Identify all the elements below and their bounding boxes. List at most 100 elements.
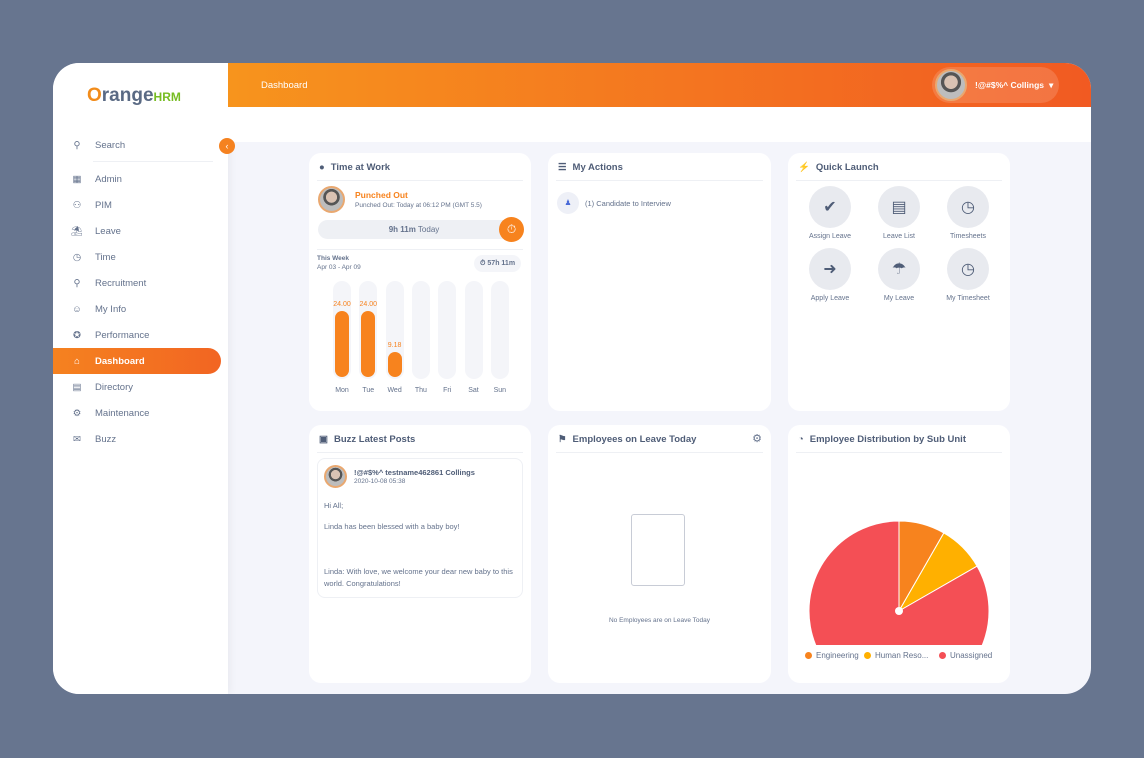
action-item[interactable]: ♟ (1) Candidate to Interview: [557, 192, 671, 214]
quick-launch-label: Apply Leave: [810, 295, 850, 302]
orangehrm-logo[interactable]: OrangeHRM: [87, 85, 181, 107]
post-line: Linda: With love, we welcome your dear n…: [324, 567, 513, 588]
quick-launch-label: Leave List: [883, 233, 915, 240]
day-label: Sun: [493, 387, 507, 394]
sidebar-item-my-info[interactable]: ☺ My Info: [53, 296, 221, 322]
top-bar: Dashboard !@#$%^ Collings ▾: [228, 63, 1091, 107]
leave-list-icon: ▤: [878, 186, 920, 228]
sidebar-item-label: Buzz: [95, 433, 117, 445]
avatar: [935, 69, 967, 101]
bar-wed: [387, 351, 402, 377]
divider: [93, 161, 213, 162]
week-label: This Week: [317, 255, 350, 262]
post-author: !@#$%^ testname462861 Collings: [354, 468, 475, 477]
legend-label: Human Reso...: [875, 651, 929, 660]
legend-swatch: [939, 652, 946, 659]
sidebar-item-buzz[interactable]: ✉ Buzz: [53, 426, 221, 452]
quick-launch-leave-list[interactable]: ▤ Leave List: [869, 186, 929, 240]
quick-launch-label: Timesheets: [950, 233, 986, 240]
pie-center-dot: [895, 607, 903, 615]
sidebar-item-admin[interactable]: ▦ Admin: [53, 166, 221, 192]
candidate-icon: ♟: [557, 192, 579, 214]
timesheets-icon: ◷: [947, 186, 989, 228]
clock-icon: ●: [319, 162, 325, 173]
leave-icon: ⛱: [70, 225, 84, 237]
bar-value-label: 9.18: [387, 341, 402, 349]
caret-down-icon: ▾: [1048, 79, 1054, 90]
sidebar-item-directory[interactable]: ▤ Directory: [53, 374, 221, 400]
clipboard-illustration: [631, 514, 685, 586]
sidebar-item-maintenance[interactable]: ⚙ Maintenance: [53, 400, 221, 426]
legend-item[interactable]: Engineering: [805, 651, 859, 660]
apply-leave-icon: ➜: [809, 248, 851, 290]
sub-unit-distribution-card: ◔Employee Distribution by Sub Unit 83.3%…: [788, 425, 1010, 683]
bar-tue: [361, 311, 376, 377]
today-hours: 9h 11m: [388, 225, 416, 234]
buzz-icon: ✉: [73, 433, 81, 445]
assign-leave-icon: ✔: [809, 186, 851, 228]
gear-icon[interactable]: ⚙: [752, 432, 762, 445]
collapse-sidebar-button[interactable]: ‹: [219, 138, 235, 154]
home-icon: ⌂: [74, 355, 80, 367]
legend-swatch: [864, 652, 871, 659]
sidebar-item-label: Dashboard: [95, 355, 145, 367]
bar-mon: [335, 311, 349, 377]
legend-item[interactable]: Unassigned: [939, 651, 992, 660]
pie-slice-unassigned[interactable]: [808, 520, 990, 645]
employees-on-leave-card: ⚑ Employees on Leave Today ⚙ No Employees…: [548, 425, 771, 683]
my-info-icon: ☺: [72, 303, 82, 315]
punch-status: Punched Out: [355, 190, 408, 200]
quick-launch-label: My Timesheet: [946, 295, 990, 302]
avatar: [318, 186, 345, 213]
quick-launch-apply-leave[interactable]: ➜ Apply Leave: [800, 248, 860, 302]
avatar: [324, 465, 347, 488]
bar-value-label: 24.00: [359, 301, 378, 308]
quick-launch-timesheets[interactable]: ◷ Timesheets: [938, 186, 998, 240]
sidebar-item-dashboard[interactable]: ⌂ Dashboard: [53, 348, 221, 374]
buzz-post[interactable]: !@#$%^ testname462861 Collings 2020-10-0…: [317, 458, 523, 598]
sub-header: [228, 107, 1091, 142]
bar-track: [464, 281, 483, 379]
admin-icon: ▦: [72, 173, 82, 185]
post-line: Hi All;: [324, 501, 344, 510]
quick-launch-assign-leave[interactable]: ✔ Assign Leave: [800, 186, 860, 240]
quick-launch-my-timesheet[interactable]: ◷ My Timesheet: [938, 248, 998, 302]
sidebar-item-label: Admin: [95, 173, 122, 185]
week-range: Apr 03 - Apr 09: [317, 264, 361, 271]
sidebar-search[interactable]: ⚲ Search: [53, 132, 221, 158]
bar-track: [490, 281, 509, 379]
maintenance-icon: ⚙: [72, 407, 82, 419]
pim-icon: ⚇: [72, 199, 82, 211]
sidebar-item-pim[interactable]: ⚇ PIM: [53, 192, 221, 218]
quick-launch-my-leave[interactable]: ☂ My Leave: [869, 248, 929, 302]
quick-launch-label: Assign Leave: [808, 233, 852, 240]
today-label: Today: [417, 225, 440, 234]
post-date: 2020-10-08 05:38: [354, 478, 406, 485]
sidebar-item-label: Time: [95, 251, 116, 263]
sidebar-item-label: Maintenance: [95, 407, 150, 419]
app-window: OrangeHRM ⚲ Search ▦ Admin ⚇ PIM ⛱ Leave ◷ Time ⚲…: [53, 63, 1091, 694]
sidebar-item-time[interactable]: ◷ Time: [53, 244, 221, 270]
sidebar: OrangeHRM ⚲ Search ▦ Admin ⚇ PIM ⛱ Leave ◷ Time ⚲…: [53, 63, 228, 694]
search-icon: ⚲: [73, 139, 81, 151]
legend-item[interactable]: Human Reso...: [864, 651, 928, 660]
punch-in-button[interactable]: ⏱: [499, 217, 524, 242]
my-actions-card: ☰ My Actions ♟ (1) Candidate to Interview: [548, 153, 771, 411]
week-total: 57h 11m: [487, 260, 516, 267]
sidebar-item-recruitment[interactable]: ⚲ Recruitment: [53, 270, 221, 296]
sidebar-item-label: Performance: [95, 329, 150, 341]
quick-launch-card: ⚡ Quick Launch ✔ Assign Leave ▤ Leave List ◷ T…: [788, 153, 1010, 411]
camera-icon: ▣: [319, 434, 328, 445]
week-total-badge: ⏱ 57h 11m: [474, 255, 522, 272]
leave-icon: ⚑: [558, 434, 567, 445]
punch-detail: Punched Out: Today at 06:12 PM (GMT 5.5): [355, 202, 482, 209]
performance-icon: ✪: [73, 329, 81, 341]
sidebar-item-label: My Info: [95, 303, 127, 315]
directory-icon: ▤: [72, 381, 82, 393]
sidebar-item-leave[interactable]: ⛱ Leave: [53, 218, 221, 244]
quick-launch-label: My Leave: [883, 295, 915, 302]
buzz-card: ▣ Buzz Latest Posts !@#$%^ testname462861…: [309, 425, 531, 683]
sidebar-item-performance[interactable]: ✪ Performance: [53, 322, 221, 348]
pie-chart: 83.3%: [808, 520, 990, 645]
user-menu[interactable]: !@#$%^ Collings ▾: [932, 67, 1059, 103]
